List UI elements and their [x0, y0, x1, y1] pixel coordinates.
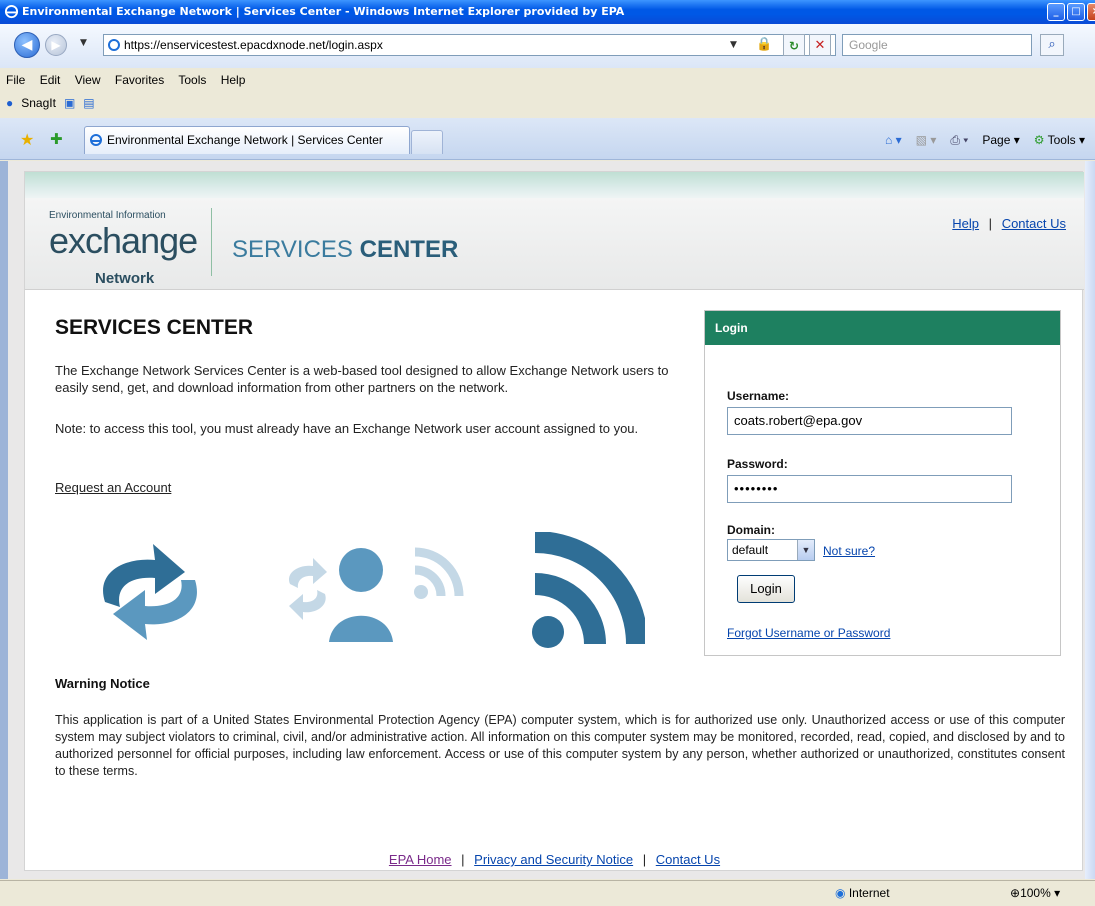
minimize-button[interactable]: _ — [1047, 3, 1065, 21]
zoom-icon: ⊕ — [1010, 886, 1021, 900]
browser-window: Environmental Exchange Network | Service… — [0, 0, 1095, 906]
window-title: Environmental Exchange Network | Service… — [22, 5, 625, 18]
stop-icon[interactable]: ✕ — [809, 34, 831, 56]
contact-us-link[interactable]: Contact Us — [1002, 216, 1066, 231]
refresh-icon[interactable]: ↻ — [783, 34, 805, 56]
tools-menu[interactable]: ⚙ Tools ▾ — [1034, 133, 1085, 147]
vertical-scrollbar[interactable] — [1085, 161, 1095, 879]
warning-text: This application is part of a United Sta… — [55, 713, 1065, 778]
menu-favorites[interactable]: Favorites — [115, 73, 164, 87]
tools-gear-icon: ⚙ — [1033, 133, 1045, 147]
rss-feed-icon — [532, 532, 645, 648]
favorites-star-icon[interactable]: ★ — [20, 130, 34, 149]
command-bar: ⌂ ▾ ▧ ▾ ⎙ ▾ Page ▾ ⚙ Tools ▾ — [885, 130, 1085, 150]
history-dropdown-icon[interactable]: ▼ — [80, 38, 87, 48]
domain-select[interactable]: default ▼ — [727, 539, 815, 561]
menu-help[interactable]: Help — [221, 73, 246, 87]
intro-text: The Exchange Network Services Center is … — [55, 363, 669, 395]
zoom-control[interactable]: ⊕100% ▾ — [1010, 886, 1060, 900]
username-label: Username: — [727, 389, 790, 403]
site-header: Environmental Information exchange Netwo… — [25, 198, 1084, 290]
capture-icon[interactable]: ▣ — [64, 92, 75, 114]
forgot-credentials-link[interactable]: Forgot Username or Password — [727, 626, 890, 640]
print-icon[interactable]: ⎙ ▾ — [950, 133, 968, 148]
privacy-link[interactable]: Privacy and Security Notice — [474, 852, 633, 867]
tab-services-center[interactable]: Environmental Exchange Network | Service… — [84, 126, 410, 154]
link-separator: | — [988, 216, 993, 231]
ie-logo-icon — [4, 4, 19, 19]
note-text: Note: to access this tool, you must alre… — [55, 421, 639, 436]
search-input[interactable]: Google — [842, 34, 1032, 56]
footer-separator: | — [642, 852, 647, 867]
viewport: Environmental Information exchange Netwo… — [0, 161, 1085, 879]
home-icon[interactable]: ⌂ ▾ — [885, 133, 902, 147]
tab-ie-icon — [90, 134, 102, 146]
page-menu-label: Page — [982, 133, 1011, 147]
login-panel: Login Username: coats.robert@epa.gov Pas… — [704, 310, 1061, 656]
tools-menu-label: Tools — [1047, 133, 1076, 147]
help-link[interactable]: Help — [952, 216, 979, 231]
menu-view[interactable]: View — [75, 73, 101, 87]
login-header: Login — [705, 311, 1060, 345]
snagit-icon[interactable]: ● — [6, 92, 13, 114]
close-button[interactable]: × — [1087, 3, 1095, 21]
url-dropdown-icon[interactable]: ▼ — [730, 34, 748, 56]
logo-divider — [211, 208, 212, 276]
add-favorites-icon[interactable]: ✚ — [50, 130, 63, 148]
tab-bar: ★ ✚ Environmental Exchange Network | Ser… — [0, 118, 1095, 160]
search-icon[interactable]: ⌕ — [1040, 34, 1064, 56]
lock-icon[interactable]: 🔒 — [756, 34, 774, 56]
top-stripe — [25, 172, 1084, 198]
snagit-toolbar: ● SnagIt ▣ ▤ — [0, 92, 1095, 114]
footer-links: EPA Home | Privacy and Security Notice |… — [25, 852, 1084, 872]
password-label: Password: — [727, 457, 788, 471]
username-field[interactable]: coats.robert@epa.gov — [727, 407, 1012, 435]
site-title: SERVICES CENTER — [232, 236, 459, 263]
address-bar: ◀ ▶ ▼ https://enservicestest.epacdxnode.… — [0, 24, 1095, 68]
url-field[interactable]: https://enservicestest.epacdxnode.net/lo… — [103, 34, 836, 56]
menu-bar: File Edit View Favorites Tools Help — [0, 68, 1095, 92]
page-container: Environmental Information exchange Netwo… — [24, 171, 1084, 872]
menu-tools[interactable]: Tools — [178, 73, 206, 87]
zone-indicator[interactable]: ◉ Internet — [835, 886, 890, 900]
header-links: Help | Contact Us — [952, 216, 1066, 231]
new-tab[interactable] — [411, 130, 443, 154]
domain-label: Domain: — [727, 523, 775, 537]
warning-heading: Warning Notice — [55, 676, 150, 691]
exchange-logo: exchange — [49, 220, 198, 261]
feeds-icon[interactable]: ▧ ▾ — [916, 133, 937, 147]
status-bar: ◉ Internet ⊕100% ▾ — [0, 880, 1095, 906]
title-bar: Environmental Exchange Network | Service… — [0, 0, 1095, 24]
user-sync-icon — [289, 547, 464, 642]
editor-icon[interactable]: ▤ — [83, 92, 94, 114]
page-title: SERVICES CENTER — [55, 316, 253, 339]
chevron-down-icon: ▼ — [797, 540, 814, 560]
menu-file[interactable]: File — [6, 73, 25, 87]
page-menu[interactable]: Page ▾ — [982, 133, 1019, 147]
forward-button[interactable]: ▶ — [45, 34, 67, 56]
footer-contact-link[interactable]: Contact Us — [656, 852, 720, 867]
logo-network: Network — [95, 270, 155, 287]
exchange-illustration — [103, 532, 645, 648]
footer-separator: | — [461, 852, 465, 867]
page-icon — [108, 39, 120, 51]
password-field[interactable]: •••••••• — [727, 475, 1012, 503]
snagit-button[interactable]: SnagIt — [21, 92, 56, 114]
globe-icon: ◉ — [835, 886, 846, 900]
back-button[interactable]: ◀ — [14, 32, 40, 58]
maximize-button[interactable]: □ — [1067, 3, 1085, 21]
exchange-arrows-icon — [103, 544, 197, 640]
epa-home-link[interactable]: EPA Home — [389, 852, 452, 867]
menu-edit[interactable]: Edit — [40, 73, 61, 87]
not-sure-link[interactable]: Not sure? — [823, 544, 875, 558]
request-account-link[interactable]: Request an Account — [55, 479, 171, 496]
login-button[interactable]: Login — [737, 575, 795, 603]
